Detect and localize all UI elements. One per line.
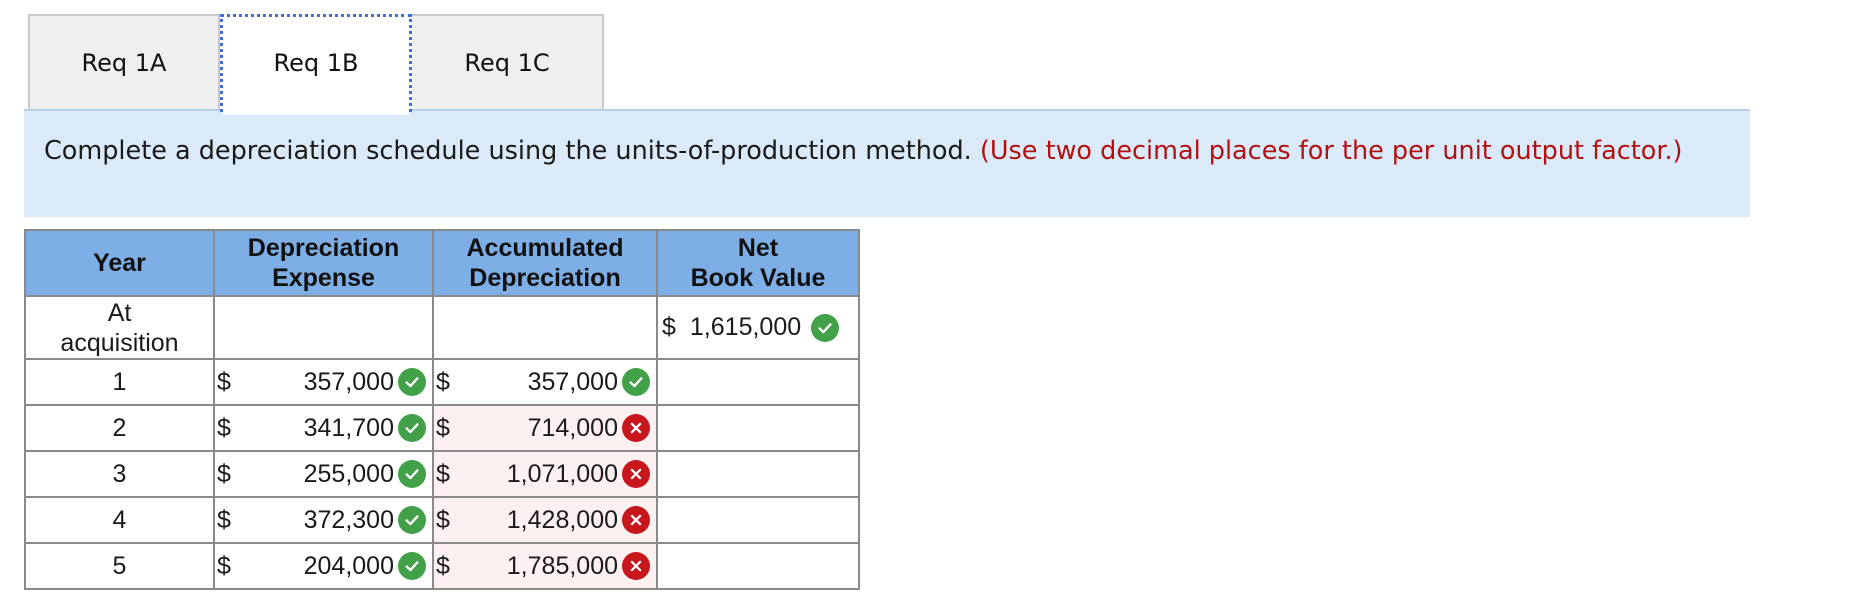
accumulated-depreciation-cell[interactable]: $714,000 bbox=[432, 404, 658, 452]
accumulated-depreciation-input[interactable]: 1,785,000 bbox=[476, 552, 622, 581]
currency-symbol: $ bbox=[436, 367, 450, 396]
depreciation-expense-cell-empty bbox=[213, 295, 434, 360]
currency-symbol: $ bbox=[436, 551, 450, 580]
depreciation-expense-input[interactable]: 255,000 bbox=[257, 460, 398, 489]
x-circle-icon bbox=[622, 506, 650, 534]
year-cell: 2 bbox=[24, 404, 215, 452]
check-circle-icon bbox=[398, 460, 426, 488]
table-row: 4 $372,300 $1,428,000 bbox=[24, 496, 860, 544]
x-circle-icon bbox=[622, 460, 650, 488]
accumulated-depreciation-cell[interactable]: $357,000 bbox=[432, 358, 658, 406]
accumulated-depreciation-input[interactable]: 1,428,000 bbox=[476, 506, 622, 535]
year-cell: At acquisition bbox=[24, 295, 215, 360]
depreciation-expense-input[interactable]: 204,000 bbox=[257, 552, 398, 581]
depreciation-expense-input[interactable]: 372,300 bbox=[257, 506, 398, 535]
header-depreciation-expense: Depreciation Expense bbox=[213, 229, 434, 297]
net-book-value-cell-empty bbox=[656, 496, 860, 544]
table-header-row: Year Depreciation Expense Accumulated Depr… bbox=[24, 229, 860, 297]
depreciation-expense-cell[interactable]: $357,000 bbox=[213, 358, 434, 406]
currency-symbol: $ bbox=[436, 413, 450, 442]
depreciation-expense-input[interactable]: 341,700 bbox=[257, 414, 398, 443]
tab-req-1c[interactable]: Req 1C bbox=[412, 14, 604, 109]
accumulated-depreciation-input[interactable]: 357,000 bbox=[476, 368, 622, 397]
x-circle-icon bbox=[622, 552, 650, 580]
table-row: 3 $255,000 $1,071,000 bbox=[24, 450, 860, 498]
check-circle-icon bbox=[398, 368, 426, 396]
net-book-value-cell-empty bbox=[656, 404, 860, 452]
year-cell: 4 bbox=[24, 496, 215, 544]
year-cell: 1 bbox=[24, 358, 215, 406]
check-circle-icon bbox=[811, 313, 840, 342]
currency-symbol: $ bbox=[662, 313, 676, 341]
x-circle-icon bbox=[622, 414, 650, 442]
check-circle-icon bbox=[398, 414, 426, 442]
tab-req-1b[interactable]: Req 1B bbox=[220, 14, 412, 115]
header-net-book-value: Net Book Value bbox=[656, 229, 860, 297]
instruction-note: (Use two decimal places for the per unit… bbox=[979, 136, 1683, 166]
accumulated-depreciation-cell[interactable]: $1,071,000 bbox=[432, 450, 658, 498]
table-row-acquisition: At acquisition $ 1,615,000 bbox=[24, 295, 860, 360]
depreciation-expense-input[interactable]: 357,000 bbox=[257, 368, 398, 397]
instruction-text: Complete a depreciation schedule using t… bbox=[44, 136, 972, 166]
net-book-value-cell[interactable]: $ 1,615,000 bbox=[656, 295, 860, 360]
net-book-value-input[interactable]: 1,615,000 bbox=[690, 313, 811, 342]
accumulated-depreciation-input[interactable]: 714,000 bbox=[476, 414, 622, 443]
depreciation-schedule-table: Year Depreciation Expense Accumulated Depr… bbox=[24, 229, 860, 590]
header-accumulated-depreciation: Accumulated Depreciation bbox=[432, 229, 658, 297]
check-circle-icon bbox=[398, 552, 426, 580]
table-row: 1 $357,000 $357,000 bbox=[24, 358, 860, 406]
depreciation-expense-cell[interactable]: $372,300 bbox=[213, 496, 434, 544]
accumulated-depreciation-input[interactable]: 1,071,000 bbox=[476, 460, 622, 489]
table-row: 2 $341,700 $714,000 bbox=[24, 404, 860, 452]
depreciation-expense-cell[interactable]: $255,000 bbox=[213, 450, 434, 498]
table-row: 5 $204,000 $1,785,000 bbox=[24, 542, 860, 590]
depreciation-expense-cell[interactable]: $341,700 bbox=[213, 404, 434, 452]
year-cell: 5 bbox=[24, 542, 215, 590]
accumulated-depreciation-cell[interactable]: $1,428,000 bbox=[432, 496, 658, 544]
check-circle-icon bbox=[398, 506, 426, 534]
year-cell: 3 bbox=[24, 450, 215, 498]
instruction-panel: Complete a depreciation schedule using t… bbox=[24, 109, 1750, 217]
currency-symbol: $ bbox=[217, 367, 231, 396]
currency-symbol: $ bbox=[436, 505, 450, 534]
currency-symbol: $ bbox=[217, 413, 231, 442]
currency-symbol: $ bbox=[217, 505, 231, 534]
check-circle-icon bbox=[622, 368, 650, 396]
accumulated-depreciation-cell-empty bbox=[432, 295, 658, 360]
net-book-value-cell-empty bbox=[656, 542, 860, 590]
tab-bar: Req 1A Req 1B Req 1C bbox=[28, 14, 604, 115]
net-book-value-cell-empty bbox=[656, 358, 860, 406]
net-book-value-cell-empty bbox=[656, 450, 860, 498]
currency-symbol: $ bbox=[217, 459, 231, 488]
currency-symbol: $ bbox=[436, 459, 450, 488]
currency-symbol: $ bbox=[217, 551, 231, 580]
accumulated-depreciation-cell[interactable]: $1,785,000 bbox=[432, 542, 658, 590]
depreciation-expense-cell[interactable]: $204,000 bbox=[213, 542, 434, 590]
header-year: Year bbox=[24, 229, 215, 297]
tab-req-1a[interactable]: Req 1A bbox=[28, 14, 220, 109]
